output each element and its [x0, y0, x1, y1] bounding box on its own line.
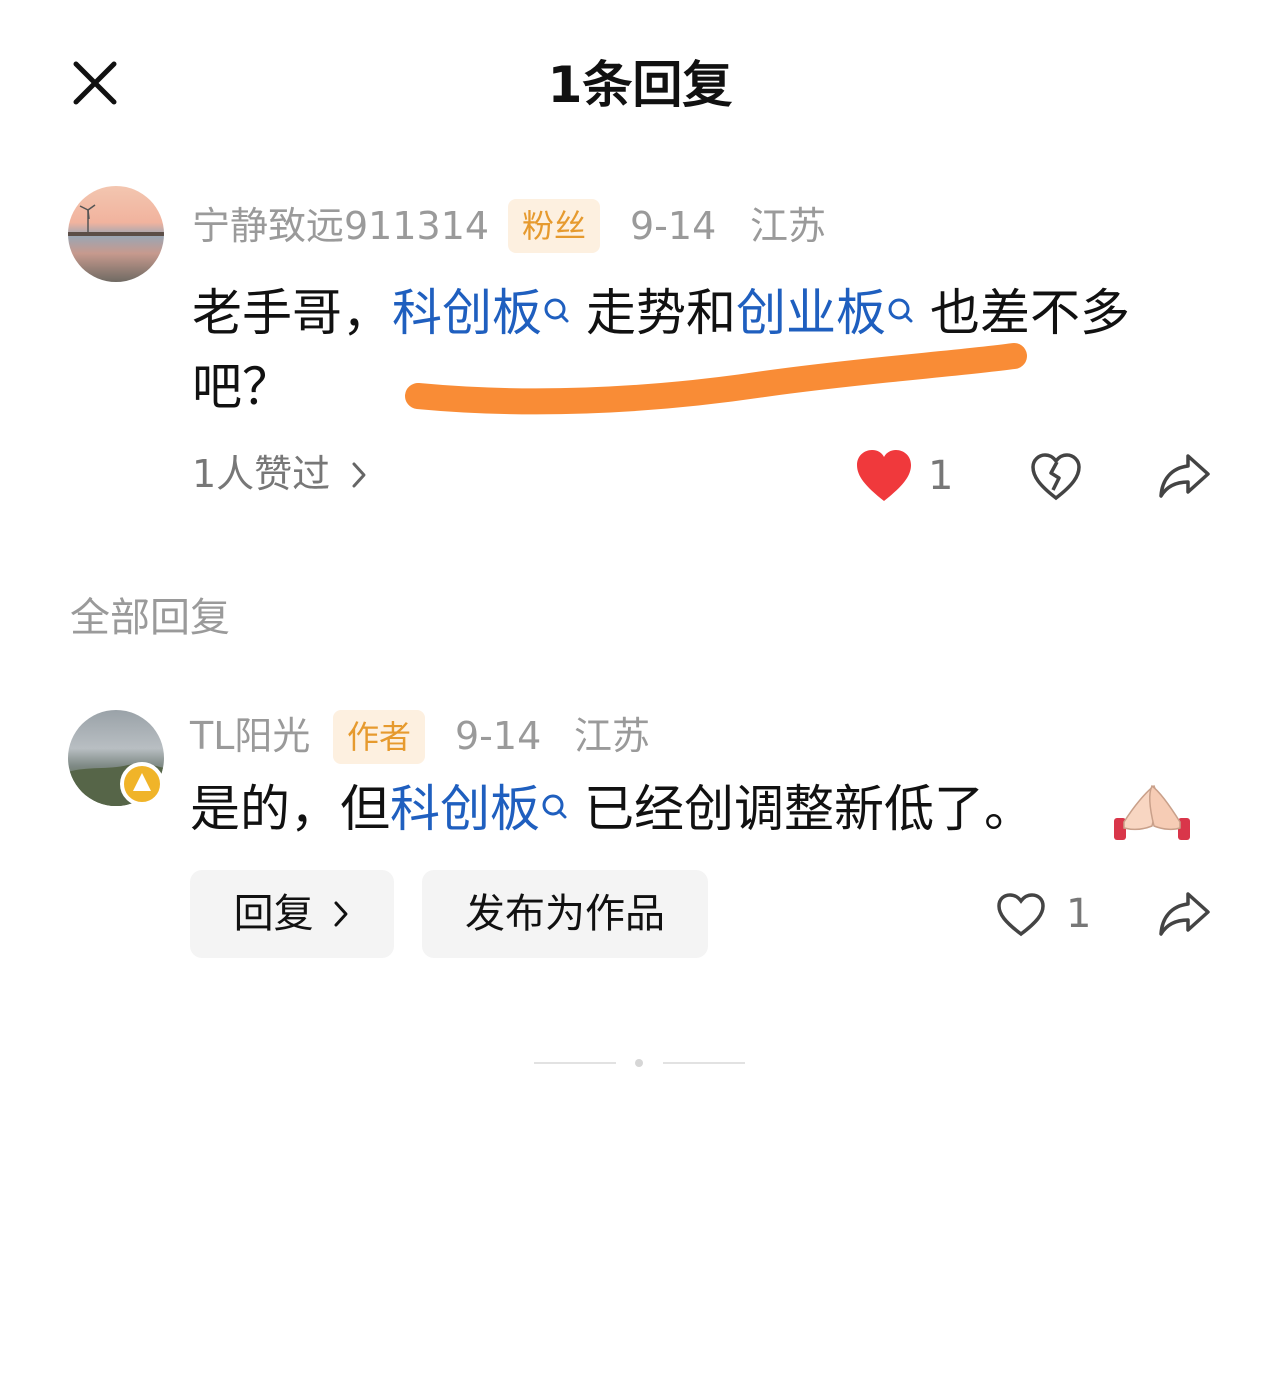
creator-badge-icon: [120, 762, 164, 806]
highlight-underline: [404, 336, 1028, 416]
reply-like-count: 1: [1066, 891, 1092, 937]
search-icon[interactable]: [886, 280, 916, 323]
comment-text-part1: 老手哥，: [192, 284, 392, 342]
likes-summary-text: 1人赞过: [192, 452, 331, 496]
comment-author-avatar[interactable]: [68, 186, 164, 282]
top-bar: 1条回复: [0, 0, 1280, 170]
clapping-hands-emoji-icon: [1112, 780, 1192, 844]
share-icon[interactable]: [1158, 452, 1212, 500]
comment-username[interactable]: 宁静致远911314: [192, 196, 489, 256]
page-title: 1条回复: [547, 56, 733, 114]
comment-date: 9-14: [630, 204, 717, 248]
search-icon[interactable]: [540, 776, 570, 819]
reply-date: 9-14: [455, 714, 542, 758]
search-icon[interactable]: [542, 280, 572, 323]
fan-badge: 粉丝: [508, 199, 601, 253]
comment-text-line2: 吧？: [192, 358, 292, 416]
end-divider-dot: [635, 1059, 643, 1067]
end-divider-right: [663, 1062, 745, 1064]
liked-heart-icon[interactable]: [855, 448, 913, 504]
close-icon[interactable]: [70, 58, 120, 108]
comment-location: 江苏: [750, 204, 827, 248]
share-icon[interactable]: [1158, 890, 1212, 938]
comment-like-count: 1: [928, 453, 954, 499]
dislike-heart-icon[interactable]: [1030, 452, 1082, 502]
comment-text-part3: 也差不多: [930, 284, 1130, 342]
topic-link-chuangyeban[interactable]: 创业板: [736, 284, 886, 342]
topic-link-kechuangban[interactable]: 科创板: [392, 284, 542, 342]
reply-location: 江苏: [574, 714, 651, 758]
reply-text: 是的，但科创板 已经创调整新低了。: [190, 772, 1230, 846]
reply-button-label: 回复: [233, 891, 314, 937]
reply-button[interactable]: 回复: [190, 870, 394, 958]
reply-text-part1: 是的，但: [190, 780, 390, 838]
end-divider-left: [534, 1062, 616, 1064]
like-heart-icon[interactable]: [996, 892, 1046, 938]
topic-link-kechuangban[interactable]: 科创板: [390, 780, 540, 838]
chevron-right-icon: [350, 447, 368, 507]
author-badge: 作者: [333, 710, 426, 764]
comment-text-part2: 走势和: [586, 284, 736, 342]
chevron-right-icon: [332, 872, 350, 960]
all-replies-heading: 全部回复: [70, 595, 230, 641]
publish-as-work-button[interactable]: 发布为作品: [422, 870, 708, 958]
reply-username[interactable]: TL阳光: [190, 706, 310, 766]
likes-summary-link[interactable]: 1人赞过: [192, 444, 368, 507]
reply-text-part2: 已经创调整新低了。: [584, 780, 1034, 838]
